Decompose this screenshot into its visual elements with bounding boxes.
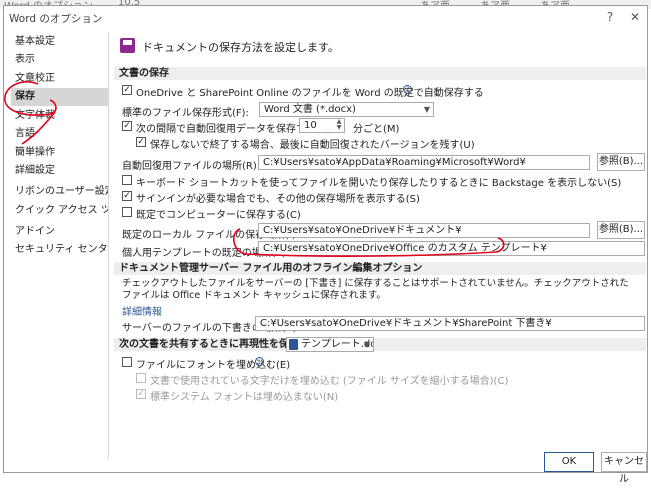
info-icon[interactable]: i [403,85,412,94]
cancel-button[interactable]: キャンセル [601,452,647,485]
browse-autorecover-button[interactable]: 参照(B)... [597,153,645,171]
ok-button[interactable]: OK [544,452,594,472]
page-title: ドキュメントの保存方法を設定します。 [142,41,339,54]
chevron-down-icon: ▼ [423,105,430,114]
sidebar-item-typography[interactable]: 文字体裁 [11,107,108,125]
onedrive-autosave-checkbox[interactable]: ✓ [122,85,132,95]
keep-last-version-label: 保存しないで終了する場合、最後に自動回復されたバージョンを残す(U) [150,140,475,151]
details-link[interactable]: 詳細情報 [122,303,162,318]
onedrive-autosave-label: OneDrive と SharePoint Online のファイルを Word… [136,88,484,99]
sidebar-item-customize-ribbon[interactable]: リボンのユーザー設定 [11,183,108,201]
offline-description: チェックアウトしたファイルをサーバーの [下書き] に保存することはサポートされ… [122,278,629,301]
sidebar-item-quick-access-toolbar[interactable]: クイック アクセス ツール バー [11,202,108,220]
spinner-arrows-icon[interactable]: ▲ ▼ [335,119,343,131]
default-format-select[interactable]: Word 文書 (*.docx) ▼ [259,102,434,117]
embed-used-characters-checkbox[interactable] [136,373,146,383]
sidebar-item-advanced[interactable]: 詳細設定 [11,162,108,180]
save-to-computer-checkbox[interactable] [122,207,132,217]
show-locations-label: サインインが必要な場合でも、その他の保存場所を表示する(S) [136,194,420,205]
section-save-documents: 文書の保存 [114,67,646,80]
autorecover-unit-label: 分ごと(M) [353,124,400,135]
category-sidebar: 基本設定 表示 文章校正 保存 文字体裁 言語 簡単操作 詳細設定 リボンのユー… [11,33,109,459]
embed-fonts-label: ファイルにフォントを埋め込む(E) [136,360,291,371]
autorecover-minutes-spinner[interactable]: 10 ▲ ▼ [299,118,345,133]
sidebar-item-save[interactable]: 保存 [11,88,108,106]
section-share-fidelity: 次の文書を共有するときに再現性を保つ(D): [114,338,646,351]
autorecover-minutes-value: 10 [304,120,317,131]
title-bar: Word のオプション ? ✕ [4,6,647,28]
autorecover-location-field[interactable]: C:¥Users¥sato¥AppData¥Roaming¥Microsoft¥… [258,155,590,170]
embed-fonts-checkbox[interactable] [122,357,132,367]
help-button[interactable]: ? [602,9,618,25]
save-to-computer-label: 既定でコンピューターに保存する(C) [136,210,301,221]
word-document-icon [289,339,298,350]
sidebar-item-addins[interactable]: アドイン [11,223,108,241]
no-backstage-label: キーボード ショートカットを使ってファイルを開いたり保存したりするときに Bac… [136,178,622,189]
default-local-location-field[interactable]: C:¥Users¥sato¥OneDrive¥ドキュメント¥ [258,223,590,238]
sidebar-item-accessibility[interactable]: 簡単操作 [11,144,108,162]
sidebar-item-trust-center[interactable]: セキュリティ センター [11,241,108,259]
no-system-fonts-checkbox[interactable]: ✓ [136,389,146,399]
autorecover-checkbox[interactable]: ✓ [122,121,132,131]
share-document-select[interactable]: テンプレート.docx ▼ [286,337,374,352]
default-format-value: Word 文書 (*.docx) [264,104,356,115]
chevron-down-icon: ▼ [363,340,370,349]
keep-last-version-checkbox[interactable]: ✓ [136,137,146,147]
sidebar-item-language[interactable]: 言語 [11,125,108,143]
personal-templates-field[interactable]: C:¥Users¥sato¥OneDrive¥Office のカスタム テンプレ… [258,241,645,256]
server-drafts-field[interactable]: C:¥Users¥sato¥OneDrive¥ドキュメント¥SharePoint… [255,316,645,331]
browse-default-local-button[interactable]: 参照(B)... [597,221,645,239]
no-backstage-checkbox[interactable] [122,175,132,185]
no-system-fonts-label: 標準システム フォントは埋め込まない(N) [150,392,339,403]
autorecover-location-label: 自動回復用ファイルの場所(R): [122,161,261,172]
save-settings-panel: ドキュメントの保存方法を設定します。 文書の保存 ✓ OneDrive と Sh… [114,33,646,443]
section-offline-editing: ドキュメント管理サーバー ファイル用のオフライン編集オプション [114,262,646,275]
embed-used-characters-label: 文書で使用されている文字だけを埋め込む (ファイル サイズを縮小する場合)(C) [150,376,509,387]
default-format-label: 標準のファイル保存形式(F): [122,108,249,119]
options-dialog: Word のオプション ? ✕ 基本設定 表示 文章校正 保存 文字体裁 言語 … [3,5,648,485]
sidebar-item-general[interactable]: 基本設定 [11,33,108,51]
sidebar-item-proofing[interactable]: 文章校正 [11,70,108,88]
show-locations-checkbox[interactable]: ✓ [122,191,132,201]
sidebar-item-display[interactable]: 表示 [11,51,108,69]
close-button[interactable]: ✕ [627,9,643,25]
save-disk-icon [120,38,135,53]
info-icon[interactable]: i [255,357,264,366]
dialog-title: Word のオプション [9,13,103,25]
